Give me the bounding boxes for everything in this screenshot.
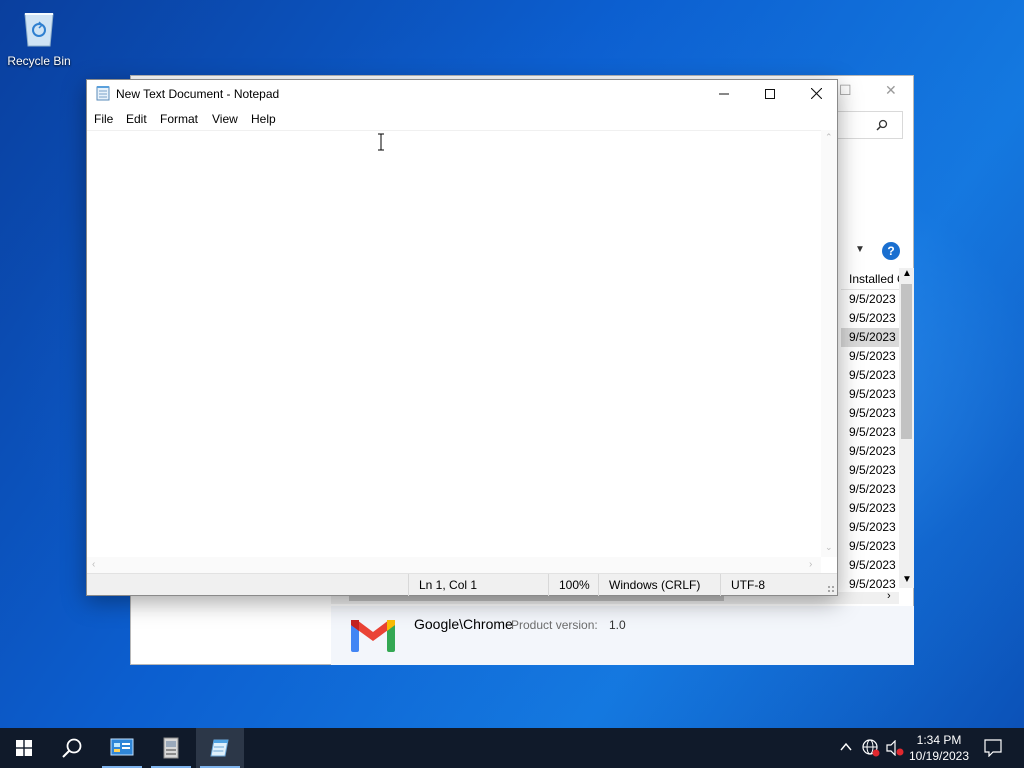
close-icon [810,87,822,100]
menu-file[interactable]: File [94,112,113,126]
menu-edit[interactable]: Edit [126,112,147,126]
action-center-button[interactable] [978,728,1008,768]
search-icon [62,738,82,758]
notepad-titlebar[interactable]: New Text Document - Notepad [87,80,837,108]
program-name: Google\Chrome [414,616,513,632]
view-options-dropdown-icon[interactable]: ▼ [855,244,865,255]
minimize-button[interactable] [701,80,747,108]
table-row[interactable]: 9/5/2023 [841,423,899,442]
status-bar: Ln 1, Col 1 100% Windows (CRLF) UTF-8 [87,573,837,596]
installed-on-list: 9/5/2023 9/5/2023 9/5/2023 9/5/2023 9/5/… [841,290,899,594]
taskbar: 1:34 PM 10/19/2023 [0,728,1024,768]
scroll-up-icon[interactable]: ⌃ [825,132,833,143]
help-icon[interactable]: ? [882,242,900,260]
notepad-app-icon [96,86,110,101]
desktop-icon-recycle-bin[interactable]: Recycle Bin [6,8,72,68]
product-version-label: Product version: [511,618,598,632]
taskbar-clock[interactable]: 1:34 PM 10/19/2023 [906,732,972,764]
search-icon [876,119,888,131]
maximize-icon [765,89,775,99]
product-version-value: 1.0 [609,618,626,632]
window-title: New Text Document - Notepad [116,87,280,101]
scroll-right-icon[interactable]: › [887,590,891,602]
table-row[interactable]: 9/5/2023 [841,537,899,556]
status-zoom: 100% [548,574,598,596]
background-maximize-icon[interactable]: ☐ [839,82,852,99]
notepad-window[interactable]: New Text Document - Notepad File Edit Fo… [86,79,838,596]
table-row[interactable]: 9/5/2023 [841,385,899,404]
table-row[interactable]: 9/5/2023 [841,404,899,423]
background-search-box[interactable] [831,111,903,139]
status-encoding: UTF-8 [720,574,820,596]
notepad-icon [210,739,229,757]
table-row[interactable]: 9/5/2023 [841,556,899,575]
taskbar-control-panel[interactable] [98,728,146,768]
table-row-selected[interactable]: 9/5/2023 [841,328,899,347]
clock-time: 1:34 PM [916,733,962,747]
menu-help[interactable]: Help [251,112,276,126]
table-row[interactable]: 9/5/2023 [841,290,899,309]
maximize-button[interactable] [747,80,793,108]
recycle-bin-icon [21,8,57,48]
text-editor-area[interactable] [87,130,821,557]
notification-icon [984,739,1002,757]
table-row[interactable]: 9/5/2023 [841,480,899,499]
text-cursor-icon [378,133,384,151]
search-button[interactable] [48,728,96,768]
scroll-up-icon[interactable]: ▲ [902,268,912,279]
menu-view[interactable]: View [212,112,238,126]
status-cursor-position: Ln 1, Col 1 [408,574,548,596]
scroll-thumb[interactable] [901,284,912,439]
notepad-horizontal-scrollbar[interactable]: ‹ › [87,557,821,573]
table-row[interactable]: 9/5/2023 [841,442,899,461]
gmail-icon [351,620,395,652]
menu-format[interactable]: Format [160,112,198,126]
chevron-up-icon [840,742,852,751]
clock-date: 10/19/2023 [908,749,970,763]
show-hidden-icons-button[interactable] [838,728,854,768]
table-row[interactable]: 9/5/2023 [841,366,899,385]
volume-button[interactable] [884,728,904,768]
close-button[interactable] [793,80,839,108]
desktop-icon-label: Recycle Bin [7,54,71,68]
taskbar-notepad[interactable] [196,728,244,768]
column-header-installed-on[interactable]: Installed On [841,268,899,290]
table-row[interactable]: 9/5/2023 [841,347,899,366]
taskbar-installer[interactable] [147,728,195,768]
table-row[interactable]: 9/5/2023 [841,518,899,537]
scroll-left-icon[interactable]: ‹ [92,559,95,570]
status-line-endings: Windows (CRLF) [598,574,720,596]
network-button[interactable] [860,728,882,768]
program-details-pane: Google\Chrome Product version: 1.0 [331,606,914,665]
control-panel-icon [110,738,134,756]
minimize-icon [719,93,729,95]
notepad-vertical-scrollbar[interactable]: ⌃ ⌄ [821,130,837,557]
background-vertical-scrollbar[interactable]: ▲ ▼ [899,268,914,588]
scroll-down-icon[interactable]: ▼ [902,574,912,585]
scroll-down-icon[interactable]: ⌄ [825,542,833,553]
table-row[interactable]: 9/5/2023 [841,309,899,328]
menu-bar: File Edit Format View Help [87,108,837,130]
table-row[interactable]: 9/5/2023 [841,461,899,480]
installer-icon [163,737,179,759]
background-close-icon[interactable]: ✕ [885,82,897,99]
start-button[interactable] [0,728,48,768]
speaker-muted-icon [886,740,904,756]
table-row[interactable]: 9/5/2023 [841,499,899,518]
globe-network-icon [862,739,880,757]
windows-logo-icon [16,740,32,756]
scroll-right-icon[interactable]: › [809,559,812,570]
resize-grip[interactable] [827,585,835,593]
